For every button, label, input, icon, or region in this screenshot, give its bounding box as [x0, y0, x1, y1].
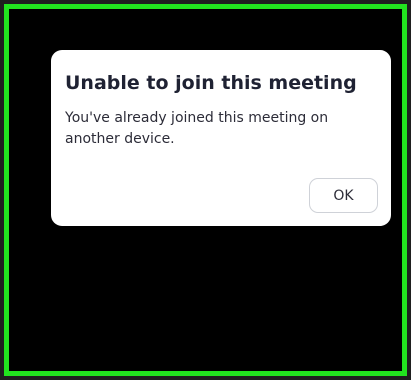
meeting-screen: Unable to join this meeting You've alrea…	[4, 4, 407, 376]
dialog-message: You've already joined this meeting on an…	[65, 110, 329, 147]
ok-button[interactable]: OK	[309, 178, 378, 213]
join-error-dialog: Unable to join this meeting You've alrea…	[51, 50, 391, 226]
device-frame: Unable to join this meeting You've alrea…	[0, 0, 411, 380]
dialog-title: Unable to join this meeting	[65, 72, 357, 94]
